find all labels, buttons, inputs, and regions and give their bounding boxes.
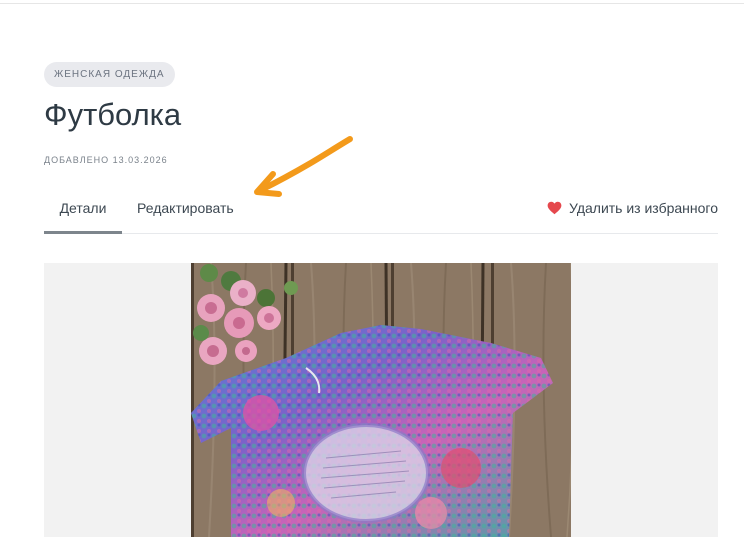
tab-edit[interactable]: Редактировать (137, 190, 234, 234)
product-photo[interactable] (191, 263, 571, 537)
remove-favorite-label: Удалить из избранного (569, 200, 718, 216)
tab-bar: Детали Редактировать Удалить из избранно… (44, 190, 718, 234)
heart-icon (547, 201, 562, 215)
remove-favorite-button[interactable]: Удалить из избранного (547, 190, 718, 226)
tab-details[interactable]: Детали (44, 190, 122, 234)
arrow-annotation-icon (254, 136, 353, 197)
tshirt-photo-illustration (191, 263, 571, 537)
product-page: ЖЕНСКАЯ ОДЕЖДА Футболка ДОБАВЛЕНО 13.03.… (44, 0, 718, 537)
category-badge[interactable]: ЖЕНСКАЯ ОДЕЖДА (44, 62, 175, 87)
page-title: Футболка (44, 97, 182, 132)
product-gallery[interactable] (44, 263, 718, 537)
date-added: ДОБАВЛЕНО 13.03.2026 (44, 155, 168, 165)
